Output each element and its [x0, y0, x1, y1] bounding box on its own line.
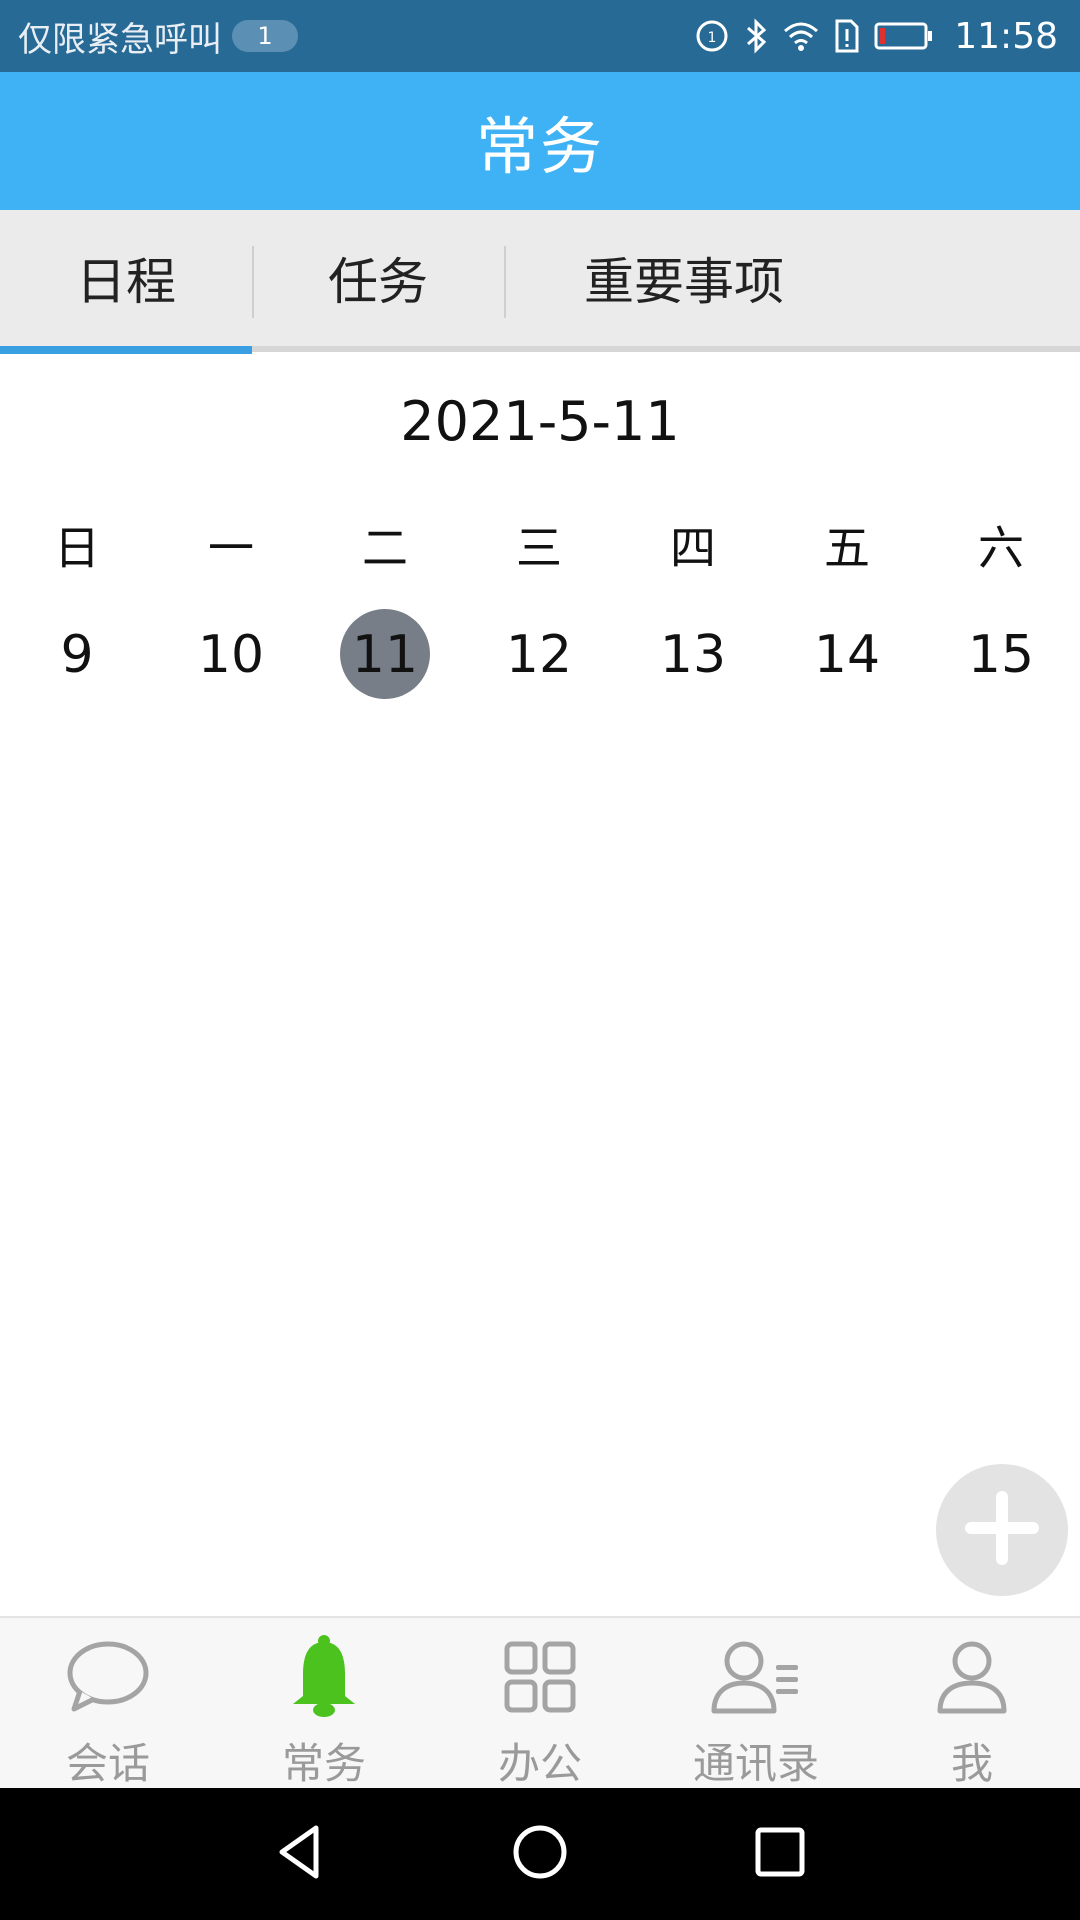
- nav-item-affairs[interactable]: 常务: [216, 1618, 432, 1788]
- tab-label: 日程: [76, 253, 176, 311]
- nav-label: 办公: [497, 1739, 582, 1788]
- nav-item-contacts[interactable]: 通讯录: [648, 1618, 864, 1788]
- tab-important[interactable]: 重要事项: [504, 210, 864, 346]
- nav-label: 常务: [281, 1739, 366, 1788]
- add-button[interactable]: [936, 1464, 1068, 1596]
- tab-label: 重要事项: [584, 253, 784, 311]
- recents-button[interactable]: [738, 1812, 822, 1896]
- weekday-label: 日: [54, 521, 100, 575]
- svg-text:1: 1: [708, 30, 717, 46]
- active-tab-indicator: [0, 346, 252, 354]
- current-date[interactable]: 2021-5-11: [0, 390, 1080, 453]
- nav-label: 我: [950, 1739, 993, 1788]
- plus-icon: [957, 1483, 1047, 1577]
- weekday-label: 五: [824, 521, 870, 575]
- chat-bubble-icon: [0, 1632, 216, 1722]
- home-button[interactable]: [498, 1812, 582, 1896]
- contacts-icon: [648, 1632, 864, 1722]
- tab-tasks[interactable]: 任务: [252, 210, 504, 346]
- page-title: 常务: [475, 110, 604, 183]
- back-icon: [270, 1822, 330, 1886]
- day-cell[interactable]: 14: [770, 615, 924, 695]
- status-bar: 仅限紧急呼叫 1 1 11:58: [0, 0, 1080, 72]
- day-cell[interactable]: 13: [616, 615, 770, 695]
- weekday-header-row: 日 一 二 三 四 五 六: [0, 505, 1080, 585]
- nav-item-me[interactable]: 我: [864, 1618, 1080, 1788]
- weekday-label: 三: [516, 521, 562, 575]
- week-days-row: 9 10 11 12 13 14 15: [0, 615, 1080, 695]
- system-nav-bar: [0, 1788, 1080, 1920]
- day-cell[interactable]: 10: [154, 615, 308, 695]
- day-cell[interactable]: 15: [924, 615, 1078, 695]
- bottom-nav: 会话 常务 办公 通讯录 我: [0, 1616, 1080, 1788]
- nav-label: 会话: [65, 1739, 150, 1788]
- person-icon: [864, 1632, 1080, 1722]
- nav-item-chat[interactable]: 会话: [0, 1618, 216, 1788]
- clock: 11:58: [954, 15, 1058, 57]
- back-button[interactable]: [258, 1812, 342, 1896]
- carrier-text: 仅限紧急呼叫: [18, 19, 222, 60]
- notification-badge: 1: [232, 20, 298, 52]
- tab-label: 任务: [328, 253, 428, 311]
- day-cell-selected[interactable]: 11: [308, 615, 462, 695]
- nav-label: 通讯录: [692, 1739, 819, 1788]
- day-cell[interactable]: 12: [462, 615, 616, 695]
- weekday-label: 二: [362, 521, 408, 575]
- weekday-label: 六: [978, 521, 1024, 575]
- recents-icon: [750, 1822, 810, 1886]
- bluetooth-icon: [744, 18, 768, 54]
- home-icon: [510, 1822, 570, 1886]
- status-left: 仅限紧急呼叫 1: [18, 0, 298, 72]
- weekday-label: 一: [208, 521, 254, 575]
- wifi-icon: [782, 20, 820, 52]
- app-header: 常务: [0, 72, 1080, 210]
- data-saver-icon: 1: [694, 18, 730, 54]
- tab-schedule[interactable]: 日程: [0, 210, 252, 346]
- grid-icon: [432, 1632, 648, 1722]
- status-right: 1 11:58: [694, 0, 1058, 72]
- sim-alert-icon: [834, 18, 860, 54]
- tab-bar: 日程 任务 重要事项: [0, 210, 1080, 354]
- weekday-label: 四: [670, 521, 716, 575]
- battery-low-icon: [874, 21, 934, 51]
- nav-item-office[interactable]: 办公: [432, 1618, 648, 1788]
- day-cell[interactable]: 9: [0, 615, 154, 695]
- bell-icon: [216, 1632, 432, 1722]
